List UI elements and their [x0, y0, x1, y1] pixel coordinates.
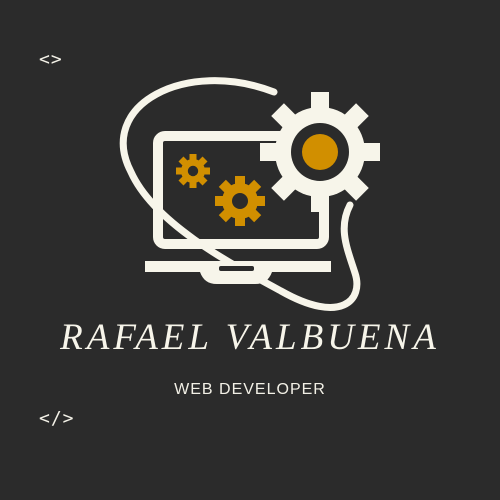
developer-role: WEB DEVELOPER	[174, 381, 326, 398]
developer-name: RAFAEL VALBUENA	[60, 317, 440, 358]
small-gear-top-icon	[176, 154, 210, 188]
laptop-gears-logo-icon	[119, 77, 380, 311]
large-gear-icon	[260, 92, 380, 212]
small-gear-bottom-icon	[215, 176, 265, 226]
laptop-base-icon	[145, 261, 331, 284]
laptop-hinge-icon	[219, 266, 254, 271]
